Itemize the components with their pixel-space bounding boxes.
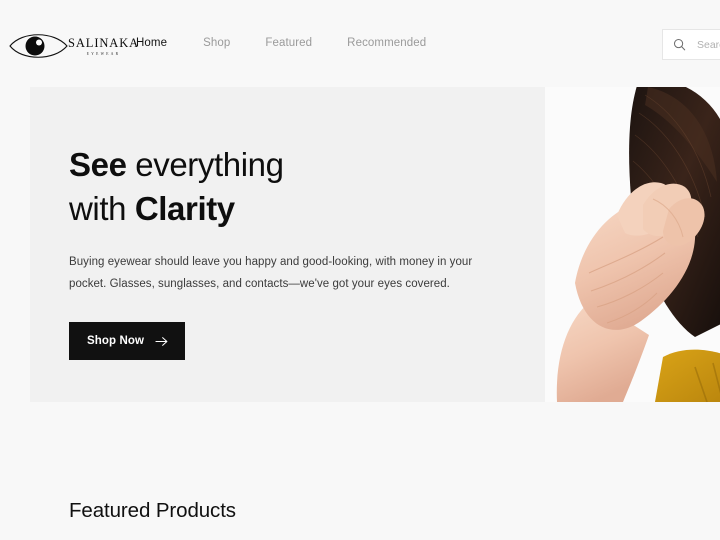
- hero-heading-word-with: with: [69, 190, 135, 227]
- nav-item-featured[interactable]: Featured: [265, 35, 329, 52]
- nav-item-shop[interactable]: Shop: [203, 35, 247, 52]
- shop-now-label: Shop Now: [87, 335, 145, 347]
- hero-paragraph: Buying eyewear should leave you happy an…: [69, 256, 473, 290]
- featured-products-title: Featured Products: [69, 499, 236, 522]
- hero-heading-word-clarity: Clarity: [134, 190, 235, 227]
- hero-photo-illustration: [545, 87, 720, 402]
- brand-name: SALINAKA: [68, 35, 140, 50]
- brand-tagline: EYEWEAR: [86, 52, 121, 57]
- nav-item-home[interactable]: Home: [136, 35, 184, 52]
- search-box[interactable]: [662, 29, 720, 60]
- hero-heading-word-see: See: [69, 146, 127, 183]
- featured-products-section: Featured Products: [0, 402, 720, 540]
- main-nav: Home Shop Featured Recommended: [136, 35, 443, 52]
- hero-section: See everything with Clarity Buying eyewe…: [30, 87, 720, 402]
- site-header: SALINAKA EYEWEAR Home Shop Featured Reco…: [0, 0, 720, 87]
- search-icon: [673, 38, 686, 51]
- eye-icon: [9, 34, 68, 58]
- hero-content: See everything with Clarity Buying eyewe…: [69, 143, 499, 360]
- hero-heading: See everything with Clarity: [69, 143, 499, 231]
- hero-heading-word-everything: everything: [126, 146, 284, 183]
- brand-logo[interactable]: SALINAKA EYEWEAR: [8, 25, 138, 67]
- shop-now-button[interactable]: Shop Now: [69, 322, 186, 360]
- nav-item-recommended[interactable]: Recommended: [347, 35, 443, 52]
- search-input[interactable]: [697, 38, 720, 51]
- arrow-right-icon: [155, 336, 168, 346]
- hero-image: [545, 87, 720, 402]
